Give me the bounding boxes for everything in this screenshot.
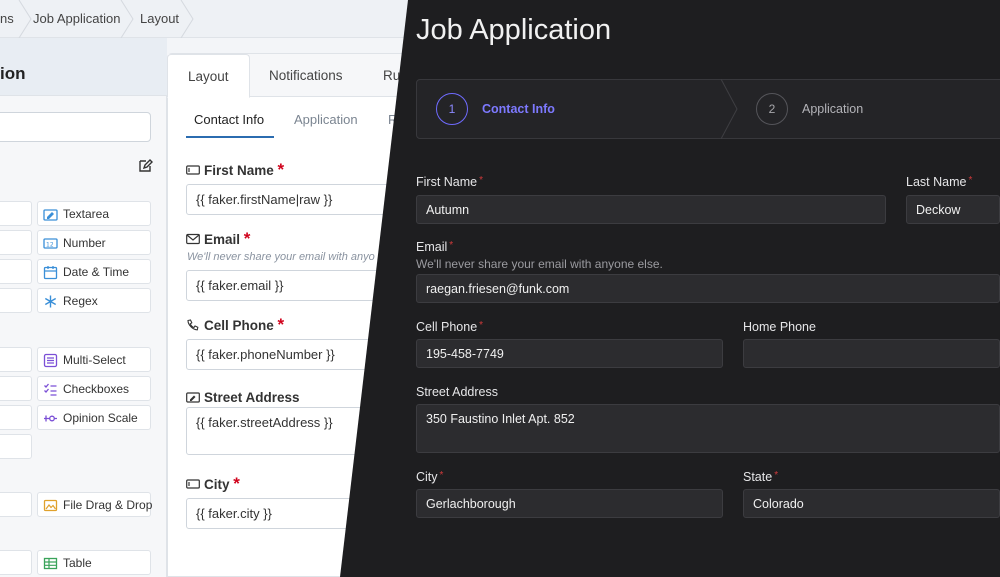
last-name-label: Last Name * <box>906 175 973 189</box>
chevron-right-icon <box>180 0 194 39</box>
street-address-label: Street Address <box>416 385 498 399</box>
home-phone-label: Home Phone <box>743 320 816 334</box>
component-tile[interactable] <box>0 288 32 313</box>
last-name-input[interactable]: Deckow <box>906 195 1000 224</box>
first-name-input[interactable]: Autumn <box>416 195 886 224</box>
component-tile[interactable] <box>0 492 32 517</box>
step-chevron-icon <box>721 79 738 139</box>
component-table[interactable]: Table <box>37 550 151 575</box>
textarea-icon <box>43 207 58 222</box>
field-label-street-address: Street Address <box>186 387 300 407</box>
component-regex[interactable]: Regex <box>37 288 151 313</box>
asterisk-icon <box>43 294 58 309</box>
chevron-right-icon <box>18 0 32 39</box>
component-number[interactable]: 12 Number <box>37 230 151 255</box>
opinion-scale-icon <box>43 411 58 426</box>
panel-title: ion <box>0 64 26 83</box>
first-name-label: First Name * <box>416 175 484 189</box>
field-label-city: City * <box>186 474 240 494</box>
cell-phone-input[interactable]: 195-458-7749 <box>416 339 723 368</box>
component-multi-select[interactable]: Multi-Select <box>37 347 151 372</box>
table-icon <box>43 556 58 571</box>
component-tile[interactable] <box>0 376 32 401</box>
component-tile[interactable] <box>0 434 32 459</box>
tab-notifications[interactable]: Notifications <box>269 54 343 97</box>
component-tile[interactable] <box>0 347 32 372</box>
step-2-label[interactable]: Application <box>802 102 863 116</box>
multi-select-icon <box>43 353 58 368</box>
component-file-drag-drop[interactable]: File Drag & Drop <box>37 492 152 517</box>
component-search-input[interactable] <box>0 112 151 142</box>
email-label: Email * <box>416 240 454 254</box>
number-icon: 12 <box>43 236 58 251</box>
component-date-time[interactable]: Date & Time <box>37 259 151 284</box>
step-1-number[interactable]: 1 <box>436 93 468 125</box>
subtab-application[interactable]: Application <box>294 112 358 127</box>
component-textarea[interactable]: Textarea <box>37 201 151 226</box>
step-1-label[interactable]: Contact Info <box>482 102 555 116</box>
component-checkboxes[interactable]: Checkboxes <box>37 376 151 401</box>
text-input-icon <box>186 165 200 175</box>
city-label: City * <box>416 470 444 484</box>
subtab-indicator <box>186 136 274 138</box>
panel-header: ion <box>0 38 167 96</box>
street-address-input[interactable]: 350 Faustino Inlet Apt. 852 <box>416 404 1000 453</box>
field-label-email: Email * <box>186 229 250 249</box>
component-tile[interactable] <box>0 201 32 226</box>
envelope-icon <box>186 233 200 245</box>
cell-phone-label: Cell Phone * <box>416 320 484 334</box>
city-input[interactable]: Gerlachborough <box>416 489 723 518</box>
state-label: State * <box>743 470 779 484</box>
email-help-text: We'll never share your email with anyo <box>187 251 375 263</box>
subtab-contact-info[interactable]: Contact Info <box>194 112 264 127</box>
checkbox-list-icon <box>43 382 58 397</box>
component-tile[interactable] <box>0 259 32 284</box>
step-2-number[interactable]: 2 <box>756 93 788 125</box>
field-label-cell-phone: Cell Phone * <box>186 315 284 335</box>
chevron-right-icon <box>120 0 134 39</box>
textarea-icon <box>186 392 200 403</box>
state-input[interactable]: Colorado <box>743 489 1000 518</box>
component-tile[interactable] <box>0 550 32 575</box>
edit-icon[interactable] <box>137 158 153 174</box>
calendar-icon <box>43 265 58 280</box>
email-input[interactable]: raegan.friesen@funk.com <box>416 274 1000 303</box>
breadcrumb-item-forms[interactable]: ns <box>0 0 14 38</box>
home-phone-input[interactable] <box>743 339 1000 368</box>
form-stepper: 1 Contact Info 2 Application <box>416 79 1000 139</box>
component-tile[interactable] <box>0 405 32 430</box>
phone-icon <box>187 319 199 331</box>
component-opinion-scale[interactable]: Opinion Scale <box>37 405 151 430</box>
component-tile[interactable] <box>0 230 32 255</box>
svg-text:12: 12 <box>46 242 54 249</box>
component-panel: ion Textarea 12 Number Date & Time Regex… <box>0 38 167 577</box>
breadcrumb-item-layout[interactable]: Layout <box>140 0 179 38</box>
field-label-first-name: First Name * <box>186 160 284 180</box>
first-name-default-input[interactable]: {{ faker.firstName|raw }} <box>186 184 416 215</box>
email-help-text: We'll never share your email with anyone… <box>416 257 663 271</box>
image-upload-icon <box>43 498 58 513</box>
text-input-icon <box>186 479 200 489</box>
breadcrumb-item-job-application[interactable]: Job Application <box>33 0 120 38</box>
tab-layout[interactable]: Layout <box>167 54 250 98</box>
page-title: Job Application <box>416 14 612 46</box>
